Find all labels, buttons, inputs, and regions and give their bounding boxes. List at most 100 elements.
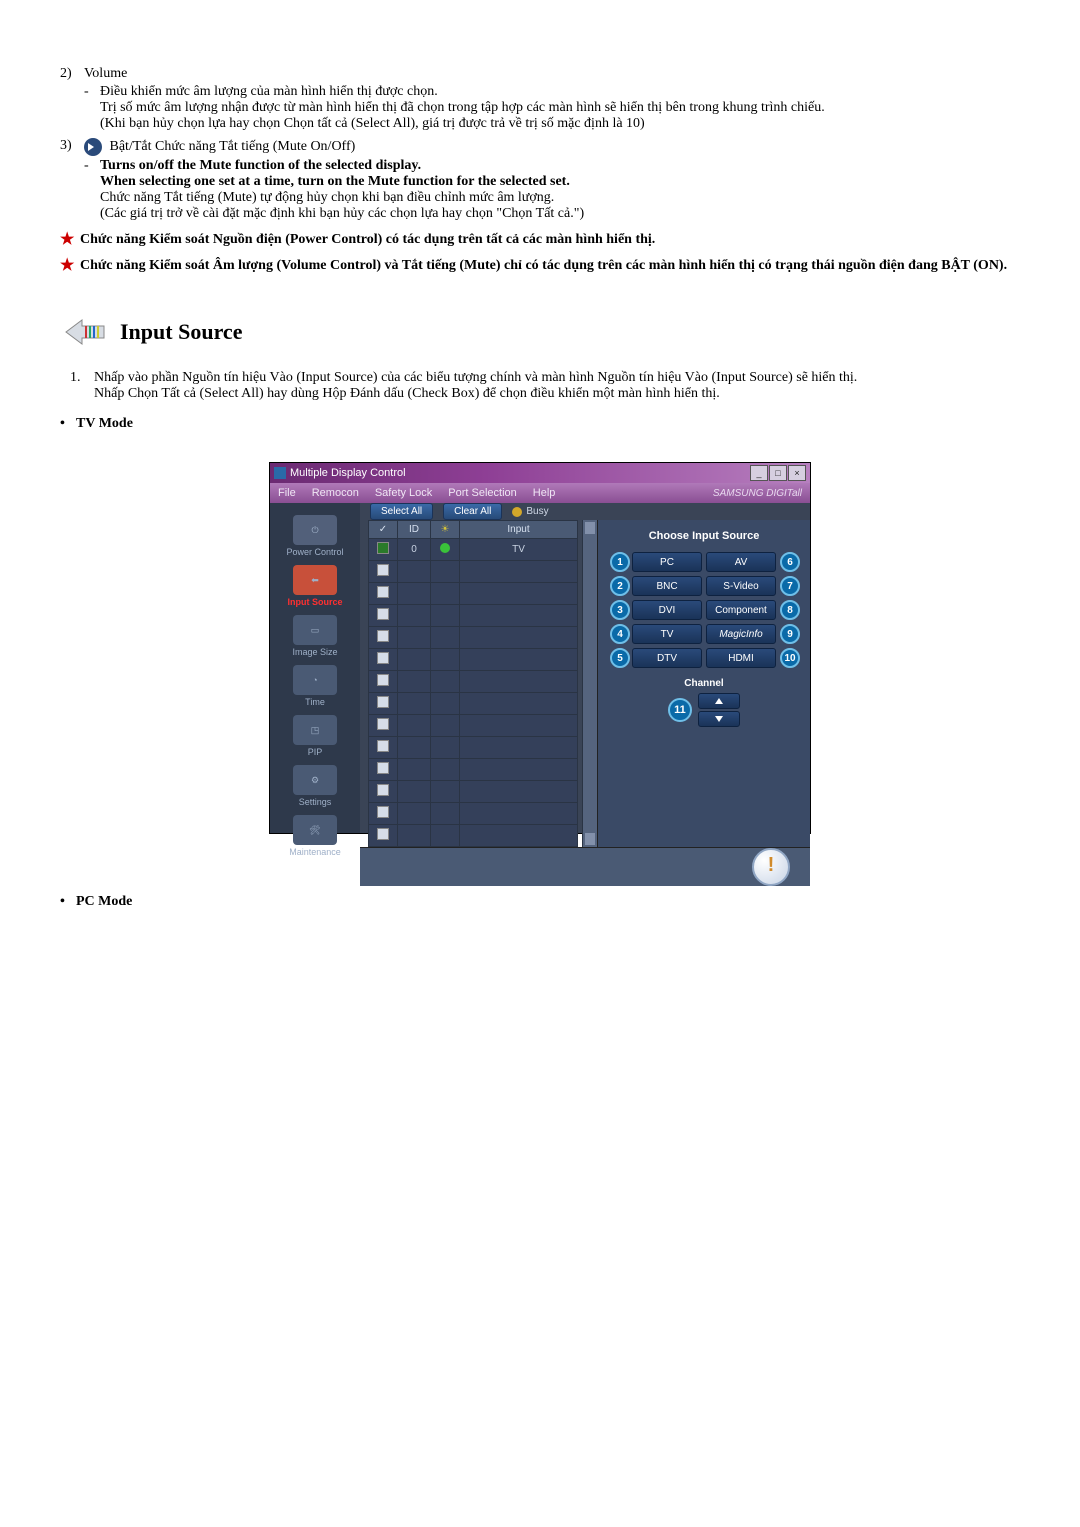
menu-file[interactable]: File [278,487,296,499]
mute-title: Bật/Tắt Chức năng Tắt tiếng (Mute On/Off… [110,139,356,154]
list-number: 1. [70,370,94,386]
mute-desc-2: When selecting one set at a time, turn o… [100,174,1020,190]
input-source-icon: ⬅ [293,565,337,595]
row-checkbox[interactable] [377,718,389,730]
row-checkbox[interactable] [377,784,389,796]
window-title: Multiple Display Control [290,467,406,479]
source-bnc-button[interactable]: BNC [632,576,702,596]
col-input: Input [460,521,578,539]
ordered-text-b: Nhấp Chọn Tất cả (Select All) hay dùng H… [94,386,1020,402]
list-number: 3) [60,138,84,154]
table-row[interactable] [369,803,578,825]
scrollbar[interactable] [582,520,597,847]
clear-all-button[interactable]: Clear All [443,503,502,520]
channel-down-button[interactable] [698,711,740,727]
image-size-icon: ▭ [293,615,337,645]
input-source-icon [60,314,110,350]
toolbar: Select All Clear All Busy [360,503,810,520]
volume-desc-1b: (Khi bạn hủy chọn lựa hay chọn Chọn tất … [100,116,1020,132]
table-row[interactable] [369,825,578,847]
input-source-panel: Choose Input Source 1 PC AV 6 2 BNC S-Vi… [597,520,810,847]
select-all-button[interactable]: Select All [370,503,433,520]
mute-desc-1: Turns on/off the Mute function of the se… [100,158,1020,174]
table-row[interactable] [369,649,578,671]
statusbar [360,847,810,886]
minimize-button[interactable]: _ [750,465,768,481]
source-dtv-button[interactable]: DTV [632,648,702,668]
row-checkbox[interactable] [377,652,389,664]
app-window: Multiple Display Control _ □ × File Remo… [269,462,811,834]
table-row[interactable] [369,605,578,627]
status-dot-icon [440,543,450,553]
row-checkbox[interactable] [377,762,389,774]
table-row[interactable] [369,781,578,803]
table-row[interactable] [369,627,578,649]
row-checkbox[interactable] [377,828,389,840]
table-row[interactable] [369,759,578,781]
sidebar-item-input-source[interactable]: ⬅ Input Source [275,563,355,609]
row-checkbox[interactable] [377,542,389,554]
sidebar-item-image-size[interactable]: ▭ Image Size [275,613,355,659]
table-row[interactable] [369,671,578,693]
menu-help[interactable]: Help [533,487,556,499]
titlebar: Multiple Display Control _ □ × [270,463,810,483]
row-checkbox[interactable] [377,806,389,818]
row-checkbox[interactable] [377,674,389,686]
table-row[interactable] [369,737,578,759]
menu-port-selection[interactable]: Port Selection [448,487,516,499]
table-row[interactable] [369,583,578,605]
table-header-row: ✓ ID ☀ Input [369,521,578,539]
source-tv-button[interactable]: TV [632,624,702,644]
row-checkbox[interactable] [377,630,389,642]
row-checkbox[interactable] [377,564,389,576]
brand-label: SAMSUNG DIGITall [713,488,802,499]
table-row[interactable] [369,715,578,737]
source-pc-button[interactable]: PC [632,552,702,572]
source-dvi-button[interactable]: DVI [632,600,702,620]
source-component-button[interactable]: Component [706,600,776,620]
callout-1: 1 [610,552,630,572]
sidebar-item-settings[interactable]: ⚙ Settings [275,763,355,809]
note-power-control: ★ Chức năng Kiểm soát Nguồn điện (Power … [60,232,1020,248]
menu-safety-lock[interactable]: Safety Lock [375,487,432,499]
table-row[interactable] [369,561,578,583]
source-magicinfo-button[interactable]: MagicInfo [706,624,776,644]
channel-block: Channel 11 [668,678,740,727]
busy-dot-icon [512,507,522,517]
menubar: File Remocon Safety Lock Port Selection … [270,483,810,503]
sidebar-item-maintenance[interactable]: 🛠 Maintenance [275,813,355,859]
source-av-button[interactable]: AV [706,552,776,572]
table-row[interactable] [369,693,578,715]
callout-3: 3 [610,600,630,620]
row-checkbox[interactable] [377,586,389,598]
channel-up-button[interactable] [698,693,740,709]
sidebar-item-pip[interactable]: ◳ PIP [275,713,355,759]
source-svideo-button[interactable]: S-Video [706,576,776,596]
row-checkbox[interactable] [377,740,389,752]
source-hdmi-button[interactable]: HDMI [706,648,776,668]
pip-icon: ◳ [293,715,337,745]
callout-8: 8 [780,600,800,620]
star-icon: ★ [60,258,80,274]
maximize-button[interactable]: □ [769,465,787,481]
col-status: ☀ [431,521,460,539]
note-text: Chức năng Kiểm soát Nguồn điện (Power Co… [80,232,1020,248]
power-icon: ⏻ [293,515,337,545]
display-table: ✓ ID ☀ Input 0 TV [360,520,582,847]
bullet-label: TV Mode [76,416,1020,432]
menu-remocon[interactable]: Remocon [312,487,359,499]
sidebar-item-power[interactable]: ⏻ Power Control [275,513,355,559]
sidebar-label: Image Size [275,647,355,657]
ordered-item-1: 1. Nhấp vào phần Nguồn tín hiệu Vào (Inp… [70,370,1020,402]
section-header-input-source: Input Source [60,314,1020,350]
row-checkbox[interactable] [377,608,389,620]
table-row[interactable]: 0 TV [369,539,578,561]
sidebar-label: Power Control [275,547,355,557]
mute-icon [84,138,102,156]
close-button[interactable]: × [788,465,806,481]
sidebar-item-time[interactable]: ◔ Time [275,663,355,709]
list-title-row: Bật/Tắt Chức năng Tắt tiếng (Mute On/Off… [84,138,1020,156]
row-checkbox[interactable] [377,696,389,708]
col-id: ID [398,521,431,539]
star-icon: ★ [60,232,80,248]
